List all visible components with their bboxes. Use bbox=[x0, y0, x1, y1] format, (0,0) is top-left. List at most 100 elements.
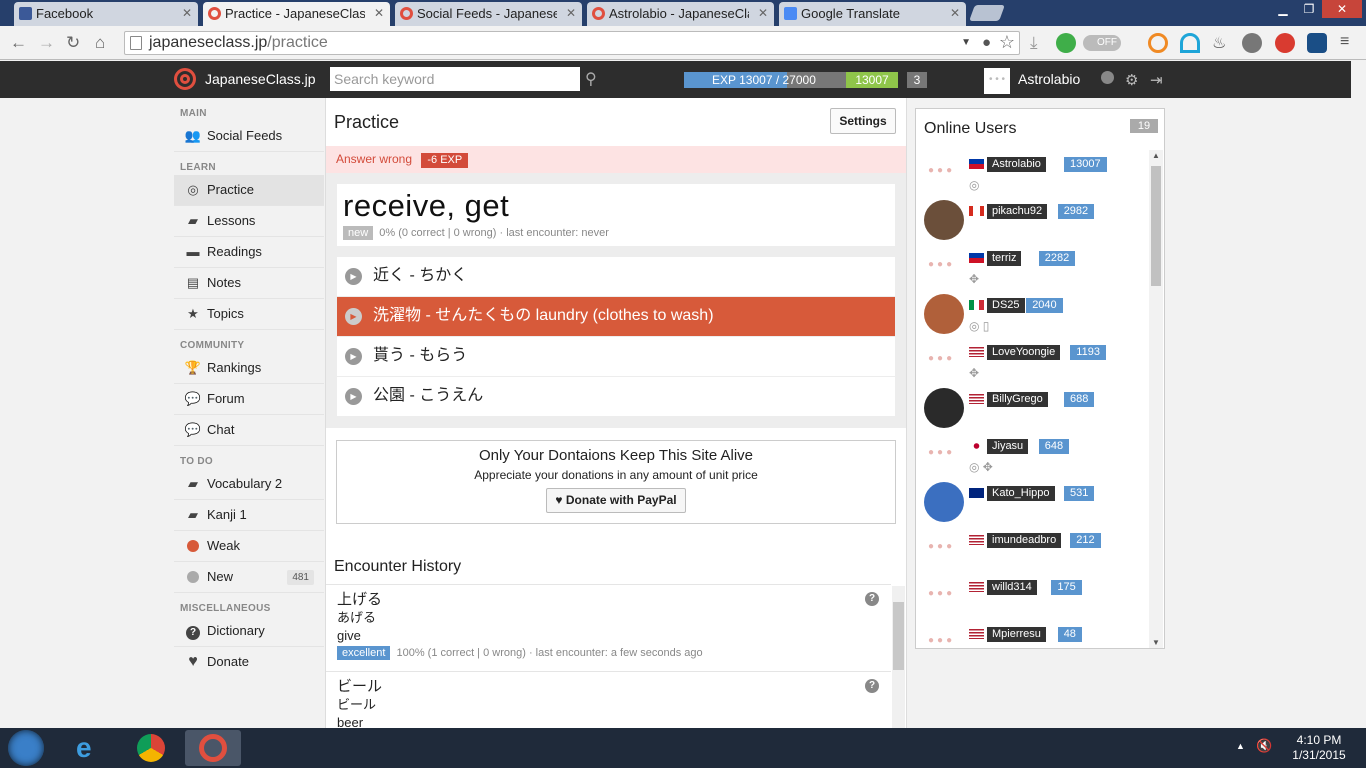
scrollbar-thumb[interactable] bbox=[893, 602, 904, 670]
back-arrow-icon[interactable]: ← bbox=[10, 33, 27, 53]
site-brand[interactable]: JapaneseClass.jp bbox=[205, 71, 316, 87]
tab-google-translate[interactable]: Google Translate ✕ bbox=[779, 2, 966, 26]
answer-choice-4[interactable]: ▶ 公園 - こうえん bbox=[337, 377, 895, 416]
play-icon[interactable]: ▶ bbox=[345, 348, 362, 365]
user-avatar[interactable] bbox=[924, 482, 964, 522]
close-icon[interactable]: ✕ bbox=[950, 6, 960, 20]
header-username[interactable]: Astrolabio bbox=[1018, 71, 1080, 87]
user-avatar-placeholder[interactable]: ●●● bbox=[928, 165, 955, 176]
donate-paypal-button[interactable]: ♥ Donate with PayPal bbox=[546, 488, 686, 513]
online-username[interactable]: terriz bbox=[987, 251, 1022, 266]
online-username[interactable]: willd314 bbox=[987, 580, 1037, 595]
sidebar-item-lessons[interactable]: ▰ Lessons bbox=[174, 206, 324, 237]
forward-arrow-icon[interactable]: → bbox=[38, 33, 55, 53]
sidebar-item-new[interactable]: New 481 bbox=[174, 562, 324, 593]
volume-muted-icon[interactable]: 🔇 bbox=[1256, 738, 1272, 754]
play-icon[interactable]: ▶ bbox=[345, 268, 362, 285]
tab-facebook[interactable]: Facebook ✕ bbox=[14, 2, 198, 26]
fire-extension-icon[interactable]: ♨ bbox=[1212, 33, 1232, 53]
online-username[interactable]: BillyGrego bbox=[987, 392, 1048, 407]
settings-button[interactable]: Settings bbox=[830, 108, 896, 134]
window-close-button[interactable]: ✕ bbox=[1322, 0, 1362, 18]
sidebar-item-forum[interactable]: 💬 Forum bbox=[174, 384, 324, 415]
play-icon[interactable]: ▶ bbox=[345, 388, 362, 405]
sidebar-item-social-feeds[interactable]: 👥 Social Feeds bbox=[174, 121, 324, 152]
answer-choice-3[interactable]: ▶ 貰う - もらう bbox=[337, 337, 895, 376]
user-avatar-placeholder[interactable]: ●●● bbox=[928, 588, 955, 599]
tray-up-arrow-icon[interactable]: ▲ bbox=[1236, 741, 1245, 751]
chart-extension-icon[interactable] bbox=[1307, 33, 1327, 53]
sidebar-item-weak[interactable]: Weak bbox=[174, 531, 324, 562]
japaneseclass-logo-icon[interactable] bbox=[174, 68, 196, 90]
gear-icon[interactable]: ⚙ bbox=[1125, 71, 1138, 89]
online-user-row[interactable]: ●●● Astrolabio 13007 ◎ bbox=[916, 149, 1149, 196]
close-icon[interactable]: ✕ bbox=[182, 6, 192, 20]
search-icon[interactable]: ⚲ bbox=[585, 69, 597, 89]
sidebar-item-topics[interactable]: ★ Topics bbox=[174, 299, 324, 330]
close-icon[interactable]: ✕ bbox=[374, 6, 384, 20]
restore-button[interactable]: ❐ bbox=[1296, 0, 1322, 18]
home-icon[interactable]: ⌂ bbox=[95, 33, 105, 53]
online-user-row[interactable]: pikachu92 2982 bbox=[916, 196, 1149, 243]
active-app-taskbar-icon[interactable] bbox=[185, 730, 241, 766]
online-users-scrollbar[interactable]: ▲ ▼ bbox=[1149, 150, 1163, 648]
online-username[interactable]: DS25 bbox=[987, 298, 1025, 313]
sidebar-item-readings[interactable]: ▬ Readings bbox=[174, 237, 324, 268]
chevron-down-icon[interactable]: ▼ bbox=[961, 32, 971, 54]
sidebar-item-chat[interactable]: 💬 Chat bbox=[174, 415, 324, 446]
sidebar-item-kanji[interactable]: ▰ Kanji 1 bbox=[174, 500, 324, 531]
menu-icon[interactable]: ≡ bbox=[1340, 33, 1360, 53]
page-scrollbar[interactable] bbox=[1351, 61, 1366, 728]
online-user-row[interactable]: BillyGrego 688 bbox=[916, 384, 1149, 431]
download-arrow-icon[interactable] bbox=[1242, 33, 1262, 53]
scroll-down-icon[interactable]: ▼ bbox=[1152, 638, 1160, 647]
online-user-row[interactable]: Kato_Hippo 531 bbox=[916, 478, 1149, 525]
help-icon[interactable]: ? bbox=[865, 679, 879, 693]
search-input[interactable] bbox=[330, 67, 580, 91]
download-extension-icon[interactable]: ⤓ bbox=[1030, 33, 1050, 53]
bookmark-star-icon[interactable]: ☆ bbox=[999, 31, 1015, 53]
online-username[interactable]: pikachu92 bbox=[987, 204, 1048, 219]
online-user-row[interactable]: ●●● imundeadbro 212 bbox=[916, 525, 1149, 572]
user-avatar-placeholder[interactable]: ●●● bbox=[928, 635, 955, 646]
online-username[interactable]: Astrolabio bbox=[987, 157, 1046, 172]
online-user-row[interactable]: ●●● Jiyasu 648 ◎ ✥ bbox=[916, 431, 1149, 478]
answer-choice-2[interactable]: ▶ 洗濯物 - せんたくもの laundry (clothes to wash) bbox=[337, 297, 895, 336]
user-avatar-placeholder[interactable]: ●●● bbox=[928, 353, 955, 364]
logout-icon[interactable]: ⇥ bbox=[1150, 71, 1163, 89]
sidebar-item-practice[interactable]: ◎ Practice bbox=[174, 175, 324, 206]
chrome-taskbar-icon[interactable] bbox=[124, 730, 180, 766]
windows-start-button[interactable] bbox=[8, 730, 44, 766]
sidebar-item-notes[interactable]: ▤ Notes bbox=[174, 268, 324, 299]
toggle-off-switch[interactable]: OFF bbox=[1083, 35, 1121, 51]
orange-extension-icon[interactable] bbox=[1148, 33, 1168, 53]
sidebar-item-rankings[interactable]: 🏆 Rankings bbox=[174, 353, 324, 384]
lightbulb-icon[interactable]: ● bbox=[982, 32, 991, 54]
online-username[interactable]: Mpierresu bbox=[987, 627, 1046, 642]
help-icon[interactable]: ? bbox=[865, 592, 879, 606]
tab-social-feeds[interactable]: Social Feeds - JapaneseCla ✕ bbox=[395, 2, 582, 26]
online-username[interactable]: LoveYoongie bbox=[987, 345, 1061, 360]
new-tab-button[interactable] bbox=[969, 5, 1005, 21]
status-dot-icon[interactable] bbox=[1101, 71, 1114, 88]
online-user-row[interactable]: DS25 2040 ◎ ▯ bbox=[916, 290, 1149, 337]
online-user-row[interactable]: ●●● terriz 2282 ✥ bbox=[916, 243, 1149, 290]
close-icon[interactable]: ✕ bbox=[758, 6, 768, 20]
history-scrollbar[interactable] bbox=[892, 586, 905, 728]
sidebar-item-dictionary[interactable]: ? Dictionary bbox=[174, 616, 324, 647]
tab-astrolabio[interactable]: Astrolabio - JapaneseClass ✕ bbox=[587, 2, 774, 26]
headphones-icon[interactable] bbox=[1180, 33, 1200, 53]
address-bar[interactable]: japaneseclass.jp/practice ▼ ● ☆ bbox=[124, 31, 1020, 55]
online-user-row[interactable]: ●●● LoveYoongie 1193 ✥ bbox=[916, 337, 1149, 384]
online-user-row[interactable]: ●●● Mpierresu 48 bbox=[916, 619, 1149, 648]
sidebar-item-vocabulary[interactable]: ▰ Vocabulary 2 bbox=[174, 469, 324, 500]
play-icon[interactable]: ▶ bbox=[345, 308, 362, 325]
user-avatar[interactable] bbox=[924, 388, 964, 428]
online-user-row[interactable]: ●●● willd314 175 bbox=[916, 572, 1149, 619]
online-username[interactable]: Jiyasu bbox=[987, 439, 1029, 454]
close-icon[interactable]: ✕ bbox=[566, 6, 576, 20]
user-avatar[interactable] bbox=[924, 294, 964, 334]
minimize-button[interactable]: ▁ bbox=[1270, 0, 1296, 18]
sidebar-item-donate[interactable]: ♥ Donate bbox=[174, 647, 324, 678]
page-info-icon[interactable] bbox=[130, 36, 142, 50]
